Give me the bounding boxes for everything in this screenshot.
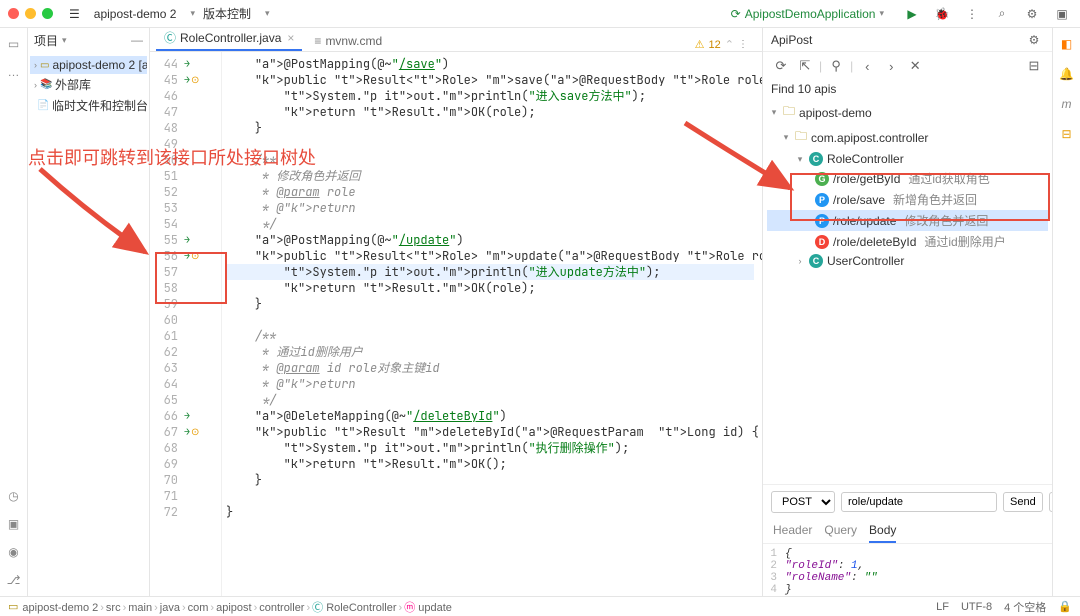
- crumb[interactable]: com: [188, 602, 209, 614]
- method-select[interactable]: POST: [771, 491, 835, 513]
- req-tab-body[interactable]: Body: [869, 519, 896, 543]
- run-button[interactable]: ▶: [902, 4, 922, 24]
- minimize-icon[interactable]: —: [131, 33, 143, 47]
- tab-role-controller[interactable]: ⒸRoleController.java×: [156, 26, 302, 51]
- settings-icon[interactable]: ⚙: [1022, 4, 1042, 24]
- filter-icon[interactable]: ⚲: [826, 56, 846, 76]
- line-sep[interactable]: LF: [936, 601, 949, 613]
- crumb[interactable]: apipost: [216, 602, 251, 614]
- inspection-badge[interactable]: ⚠12⌃ ⋮: [695, 38, 756, 51]
- project-panel-header: 项目▾ —: [28, 28, 149, 52]
- crumb[interactable]: Ⓒ RoleController: [312, 602, 396, 614]
- git-icon[interactable]: ⎇: [4, 570, 24, 590]
- apipost-header: ApiPost ⚙: [763, 28, 1052, 52]
- terminal-icon[interactable]: ▣: [4, 514, 24, 534]
- req-tab-header[interactable]: Header: [773, 519, 812, 543]
- tab-mvnw[interactable]: ≡mvnw.cmd: [306, 31, 390, 51]
- encoding[interactable]: UTF-8: [961, 601, 992, 613]
- refresh-icon[interactable]: ⟳: [771, 56, 791, 76]
- project-selector[interactable]: ☰apipost-demo 2▾: [65, 5, 199, 23]
- api-row-selected: P/role/update修改角色并返回: [767, 210, 1048, 231]
- req-tab-query[interactable]: Query: [824, 519, 857, 543]
- project-tree[interactable]: ›▭apipost-demo 2 [ap ›📚外部库 📄临时文件和控制台: [28, 52, 149, 120]
- found-count: Find 10 apis: [763, 80, 1052, 100]
- todo-icon[interactable]: ◷: [4, 486, 24, 506]
- notification-icon[interactable]: 🔔: [1057, 64, 1077, 84]
- run-config-selector[interactable]: ⟳ApipostDemoApplication▾: [723, 5, 892, 23]
- url-input[interactable]: [841, 492, 997, 512]
- collapse-all-icon[interactable]: ⊟: [1024, 56, 1044, 76]
- indent[interactable]: 4 个空格: [1004, 599, 1046, 615]
- window-controls[interactable]: [8, 8, 53, 19]
- close-icon[interactable]: ✕: [905, 56, 925, 76]
- crumb[interactable]: main: [128, 602, 152, 614]
- jump-icon[interactable]: ⇱: [795, 56, 815, 76]
- database-tool-icon[interactable]: ⊟: [1057, 124, 1077, 144]
- more-actions[interactable]: ⋮: [962, 4, 982, 24]
- crumb[interactable]: src: [106, 602, 121, 614]
- send-button[interactable]: Send: [1003, 492, 1043, 512]
- structure-tool-icon[interactable]: …: [4, 62, 24, 82]
- apipost-settings-icon[interactable]: ⚙: [1024, 30, 1044, 50]
- search-everywhere[interactable]: ⌕: [992, 4, 1012, 24]
- crumb[interactable]: controller: [259, 602, 304, 614]
- project-tool-icon[interactable]: ▭: [4, 34, 24, 54]
- apipost-tool-icon[interactable]: ◧: [1057, 34, 1077, 54]
- actions-icon[interactable]: ▣: [1052, 4, 1072, 24]
- api-tree[interactable]: ▾🗀apipost-demo ▾🗀com.apipost.controller …: [763, 100, 1052, 484]
- maven-tool-icon[interactable]: m: [1057, 94, 1077, 114]
- forward-icon[interactable]: ›: [881, 56, 901, 76]
- problems-icon[interactable]: ◉: [4, 542, 24, 562]
- readonly-icon[interactable]: 🔒: [1058, 600, 1072, 613]
- crumb[interactable]: ⓜ update: [404, 602, 452, 614]
- debug-button[interactable]: 🐞: [932, 4, 952, 24]
- vcs-selector[interactable]: 版本控制▾: [199, 3, 274, 24]
- crumb[interactable]: apipost-demo 2: [22, 602, 98, 614]
- crumb[interactable]: java: [160, 602, 180, 614]
- back-icon[interactable]: ‹: [857, 56, 877, 76]
